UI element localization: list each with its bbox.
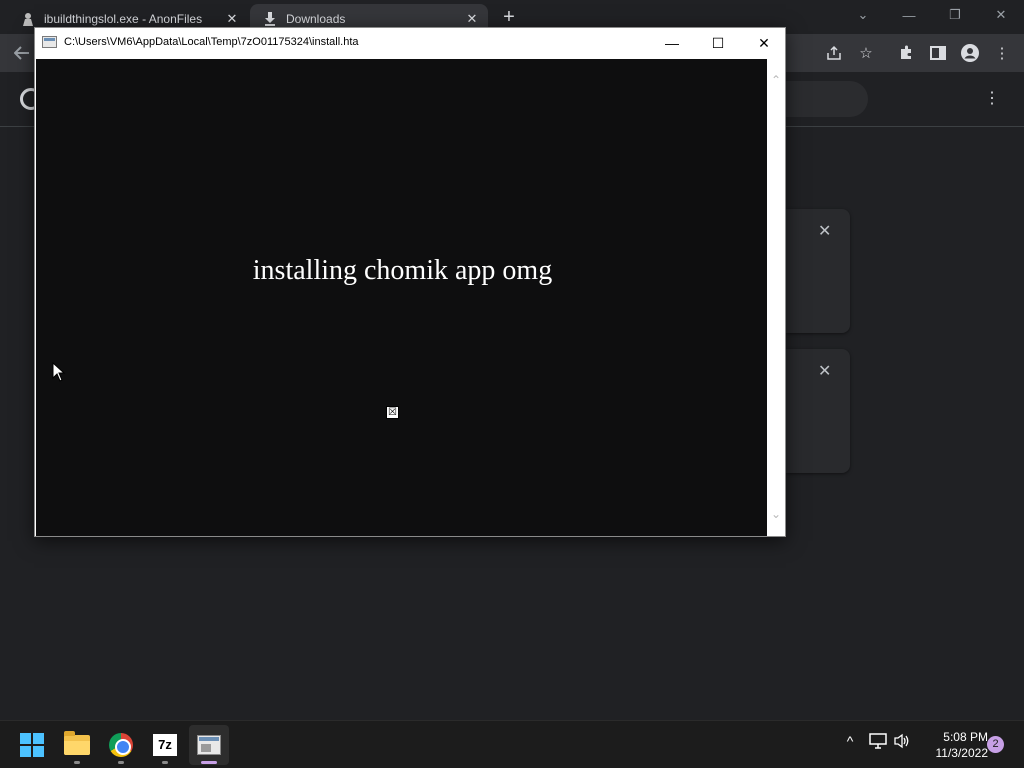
hta-window-icon	[197, 735, 221, 755]
scroll-up-icon[interactable]: ⌃	[767, 71, 785, 89]
clock-date: 11/3/2022	[935, 746, 989, 760]
download-card: ✕	[786, 209, 850, 333]
sidepanel-icon[interactable]	[928, 43, 948, 63]
install-message: installing chomik app omg	[252, 255, 553, 286]
browser-restore-button[interactable]: ❐	[932, 0, 978, 30]
tab-label: Downloads	[286, 12, 346, 26]
browser-minimize-button[interactable]: —	[886, 0, 932, 30]
broken-image-icon: ☒	[386, 406, 399, 419]
7zip-icon: 7z	[153, 734, 177, 756]
running-indicator	[162, 761, 168, 764]
volume-icon[interactable]	[892, 733, 912, 752]
start-button[interactable]	[12, 725, 52, 765]
7zip-taskbar-button[interactable]: 7z	[145, 725, 185, 765]
share-icon[interactable]	[824, 43, 844, 63]
hta-minimize-button[interactable]: —	[649, 28, 695, 58]
star-icon[interactable]: ☆	[856, 43, 876, 63]
active-indicator	[201, 761, 217, 764]
tab-label: ibuildthingslol.exe - AnonFiles	[44, 12, 203, 26]
remove-download-icon[interactable]: ✕	[818, 221, 831, 241]
anonfiles-icon	[20, 11, 36, 27]
taskbar: 7z ^ 5:08 PM 11/3/2022 2	[0, 720, 1024, 768]
file-explorer-button[interactable]	[57, 725, 97, 765]
browser-close-button[interactable]: ✕	[978, 0, 1024, 30]
hta-window: C:\Users\VM6\AppData\Local\Temp\7zO01175…	[34, 27, 786, 537]
hta-close-button[interactable]: ✕	[741, 28, 787, 58]
chrome-icon	[109, 733, 133, 757]
hta-title-bar[interactable]: C:\Users\VM6\AppData\Local\Temp\7zO01175…	[35, 28, 785, 58]
back-icon[interactable]	[12, 43, 32, 63]
hta-app-icon	[42, 36, 57, 48]
extensions-icon[interactable]	[896, 43, 916, 63]
running-indicator	[74, 761, 80, 764]
tab-search-icon[interactable]: ⌄	[840, 0, 886, 30]
close-tab-icon[interactable]: ✕	[462, 9, 482, 29]
hta-window-title: C:\Users\VM6\AppData\Local\Temp\7zO01175…	[64, 36, 359, 48]
notification-badge[interactable]: 2	[987, 736, 1004, 753]
clock-time: 5:08 PM	[943, 730, 988, 744]
network-icon[interactable]	[868, 733, 888, 752]
hta-scrollbar[interactable]: ⌃ ⌄	[767, 59, 785, 536]
windows-logo-icon	[20, 733, 44, 757]
system-clock[interactable]: 5:08 PM 11/3/2022	[916, 729, 989, 761]
folder-icon	[64, 731, 90, 755]
hta-content: installing chomik app omg ☒	[36, 59, 767, 536]
scroll-down-icon[interactable]: ⌄	[767, 505, 785, 523]
show-hidden-icons-button[interactable]: ^	[840, 733, 860, 749]
download-card: ✕	[786, 349, 850, 473]
hta-taskbar-button[interactable]	[189, 725, 229, 765]
chrome-taskbar-button[interactable]	[101, 725, 141, 765]
new-tab-button[interactable]: +	[498, 7, 520, 29]
download-icon	[262, 11, 278, 27]
profile-icon[interactable]	[960, 43, 980, 63]
running-indicator	[118, 761, 124, 764]
remove-download-icon[interactable]: ✕	[818, 361, 831, 381]
mouse-cursor-icon	[52, 361, 66, 387]
more-options-icon[interactable]: ⋮	[984, 88, 1000, 108]
hta-maximize-button[interactable]: ☐	[695, 28, 741, 58]
menu-icon[interactable]: ⋮	[992, 43, 1012, 63]
close-tab-icon[interactable]: ✕	[222, 9, 242, 29]
